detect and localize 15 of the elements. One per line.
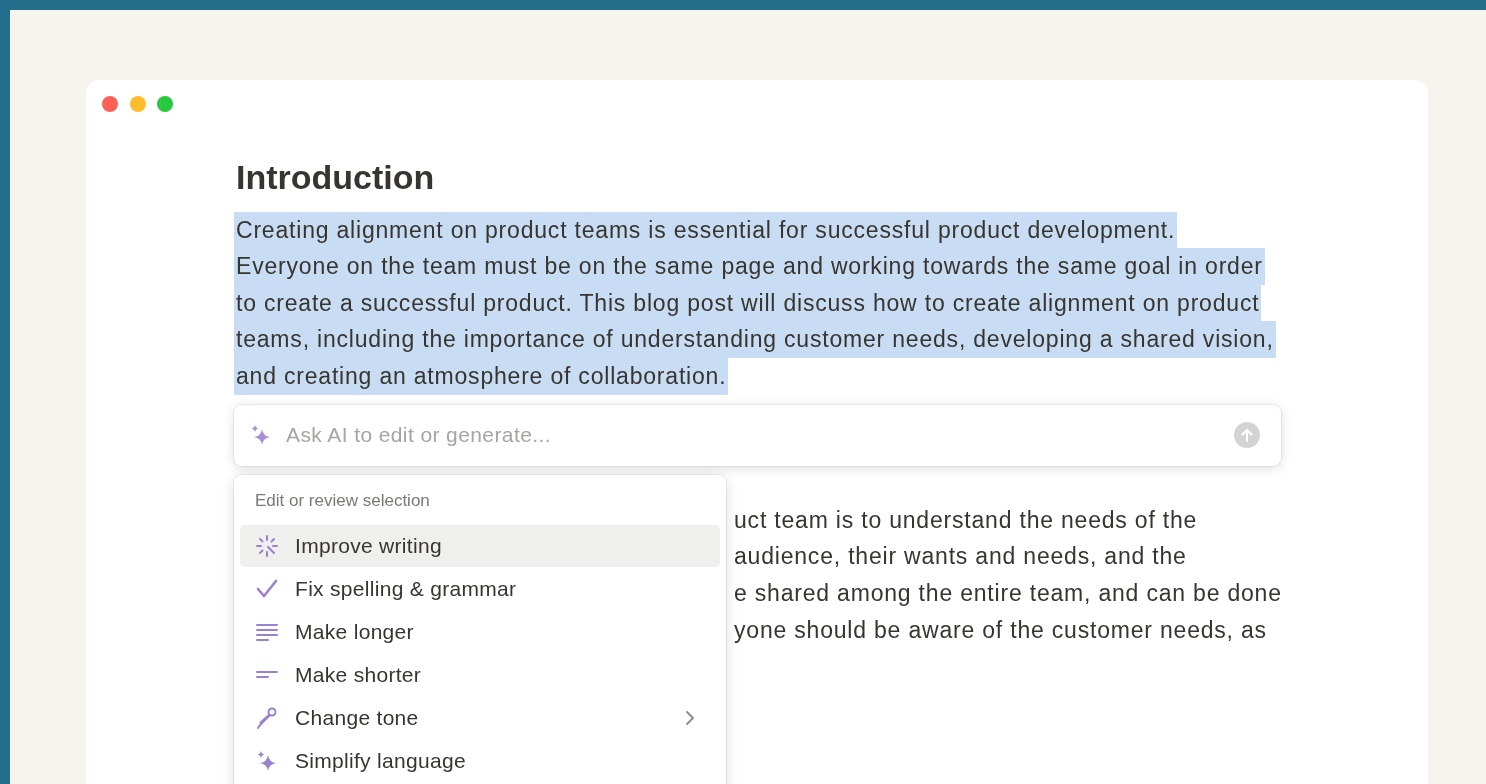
sparkle-burst-icon bbox=[254, 533, 280, 558]
menu-section-title: Edit or review selection bbox=[254, 489, 431, 512]
short-lines-icon bbox=[256, 670, 278, 679]
menu-item[interactable]: Simplify language bbox=[240, 739, 720, 782]
menu-item[interactable]: Make shorter bbox=[240, 653, 720, 696]
section-heading: Introduction bbox=[236, 157, 436, 197]
paragraph-line: e shared among the entire team, and can be done bbox=[734, 578, 1283, 608]
paragraph-line: audience, their wants and needs, and the bbox=[734, 542, 1188, 572]
paragraph-line: uct team is to understand the needs of the bbox=[734, 505, 1199, 535]
menu-item[interactable]: Make longer bbox=[240, 610, 720, 653]
menu-item[interactable]: Improve writing bbox=[240, 524, 720, 567]
paragraph-line: yone should be aware of the customer needs, as bbox=[734, 615, 1268, 645]
menu-item[interactable]: Fix spelling & grammar bbox=[240, 567, 720, 610]
ai-prompt-field[interactable]: Ask AI to edit or generate... bbox=[284, 422, 1234, 448]
menu-item[interactable]: Change tone bbox=[240, 696, 720, 739]
